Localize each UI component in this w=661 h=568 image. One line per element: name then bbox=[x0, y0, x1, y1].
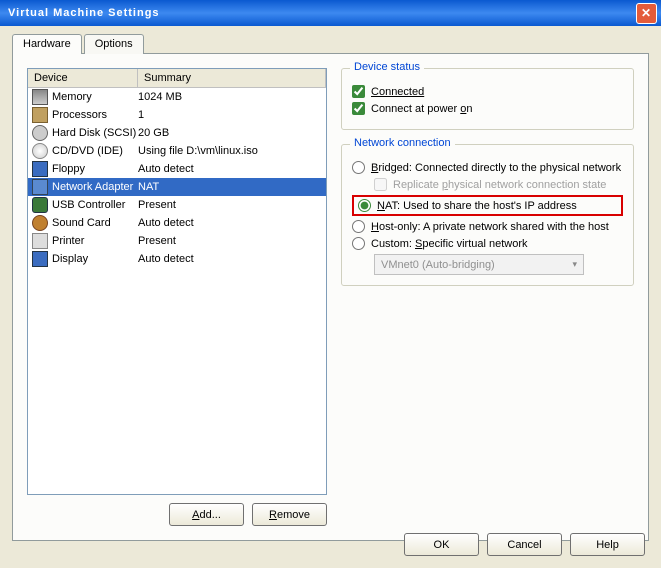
device-name: Network Adapter bbox=[52, 179, 138, 195]
cancel-button[interactable]: Cancel bbox=[487, 533, 562, 556]
tab-options[interactable]: Options bbox=[84, 34, 144, 54]
device-icon bbox=[32, 197, 48, 213]
device-summary: Auto detect bbox=[138, 215, 326, 231]
add-button[interactable]: Add... bbox=[169, 503, 244, 526]
device-summary: Present bbox=[138, 197, 326, 213]
device-name: Processors bbox=[52, 107, 138, 123]
device-summary: Using file D:\vm\linux.iso bbox=[138, 143, 326, 159]
dialog-content: Hardware Options Device Summary Memory10… bbox=[0, 26, 661, 568]
device-name: USB Controller bbox=[52, 197, 138, 213]
nat-label: NAT: Used to share the host's IP address bbox=[377, 200, 577, 212]
replicate-checkbox bbox=[374, 178, 387, 191]
hostonly-radio[interactable] bbox=[352, 220, 365, 233]
vmnet-dropdown: VMnet0 (Auto-bridging) ▾ bbox=[374, 254, 584, 275]
device-name: Memory bbox=[52, 89, 138, 105]
bridged-radio[interactable] bbox=[352, 161, 365, 174]
connect-poweron-checkbox[interactable] bbox=[352, 102, 365, 115]
device-icon bbox=[32, 107, 48, 123]
table-row[interactable]: USB ControllerPresent bbox=[28, 196, 326, 214]
left-column: Device Summary Memory1024 MBProcessors1H… bbox=[27, 68, 327, 526]
device-table-header: Device Summary bbox=[28, 69, 326, 88]
table-row[interactable]: Sound CardAuto detect bbox=[28, 214, 326, 232]
connected-checkbox[interactable] bbox=[352, 85, 365, 98]
device-icon bbox=[32, 161, 48, 177]
table-row[interactable]: DisplayAuto detect bbox=[28, 250, 326, 268]
connect-poweron-label: Connect at power on bbox=[371, 103, 473, 115]
device-summary: 1024 MB bbox=[138, 89, 326, 105]
device-icon bbox=[32, 251, 48, 267]
network-connection-group: Network connection Bridged: Connected di… bbox=[341, 144, 634, 286]
dialog-footer: OK Cancel Help bbox=[404, 533, 645, 556]
custom-label: Custom: Specific virtual network bbox=[371, 238, 528, 250]
replicate-label: Replicate physical network connection st… bbox=[393, 179, 606, 191]
device-icon bbox=[32, 179, 48, 195]
connected-label: Connected bbox=[371, 86, 424, 98]
device-icon bbox=[32, 143, 48, 159]
device-status-group: Device status Connected Connect at power… bbox=[341, 68, 634, 130]
device-summary: Present bbox=[138, 233, 326, 249]
device-table: Device Summary Memory1024 MBProcessors1H… bbox=[27, 68, 327, 495]
nat-radio[interactable] bbox=[358, 199, 371, 212]
device-summary: Auto detect bbox=[138, 251, 326, 267]
tab-hardware[interactable]: Hardware bbox=[12, 34, 82, 54]
table-row[interactable]: Network AdapterNAT bbox=[28, 178, 326, 196]
table-row[interactable]: Memory1024 MB bbox=[28, 88, 326, 106]
nat-highlight: NAT: Used to share the host's IP address bbox=[352, 195, 623, 216]
device-status-title: Device status bbox=[350, 61, 424, 73]
device-icon bbox=[32, 89, 48, 105]
device-name: Hard Disk (SCSI) bbox=[52, 125, 138, 141]
device-summary: NAT bbox=[138, 179, 326, 195]
vmnet-value: VMnet0 (Auto-bridging) bbox=[381, 259, 495, 271]
help-button[interactable]: Help bbox=[570, 533, 645, 556]
right-column: Device status Connected Connect at power… bbox=[341, 68, 634, 526]
custom-radio[interactable] bbox=[352, 237, 365, 250]
hostonly-label: Host-only: A private network shared with… bbox=[371, 221, 609, 233]
tabstrip: Hardware Options bbox=[12, 34, 649, 54]
device-summary: Auto detect bbox=[138, 161, 326, 177]
col-summary[interactable]: Summary bbox=[138, 69, 326, 88]
window-title: Virtual Machine Settings bbox=[8, 7, 636, 19]
device-rows: Memory1024 MBProcessors1Hard Disk (SCSI)… bbox=[28, 88, 326, 268]
table-row[interactable]: Processors1 bbox=[28, 106, 326, 124]
device-name: Sound Card bbox=[52, 215, 138, 231]
hardware-panel: Device Summary Memory1024 MBProcessors1H… bbox=[12, 53, 649, 541]
device-name: Floppy bbox=[52, 161, 138, 177]
device-icon bbox=[32, 125, 48, 141]
bridged-label: Bridged: Connected directly to the physi… bbox=[371, 162, 621, 174]
device-summary: 20 GB bbox=[138, 125, 326, 141]
table-row[interactable]: PrinterPresent bbox=[28, 232, 326, 250]
close-button[interactable]: ✕ bbox=[636, 3, 657, 24]
table-row[interactable]: CD/DVD (IDE)Using file D:\vm\linux.iso bbox=[28, 142, 326, 160]
table-row[interactable]: FloppyAuto detect bbox=[28, 160, 326, 178]
col-device[interactable]: Device bbox=[28, 69, 138, 88]
chevron-down-icon: ▾ bbox=[572, 259, 577, 270]
device-icon bbox=[32, 215, 48, 231]
table-row[interactable]: Hard Disk (SCSI)20 GB bbox=[28, 124, 326, 142]
device-summary: 1 bbox=[138, 107, 326, 123]
device-name: Display bbox=[52, 251, 138, 267]
ok-button[interactable]: OK bbox=[404, 533, 479, 556]
remove-button[interactable]: Remove bbox=[252, 503, 327, 526]
device-icon bbox=[32, 233, 48, 249]
window-titlebar: Virtual Machine Settings ✕ bbox=[0, 0, 661, 26]
device-name: CD/DVD (IDE) bbox=[52, 143, 138, 159]
network-connection-title: Network connection bbox=[350, 137, 455, 149]
device-name: Printer bbox=[52, 233, 138, 249]
device-buttons: Add... Remove bbox=[27, 503, 327, 526]
